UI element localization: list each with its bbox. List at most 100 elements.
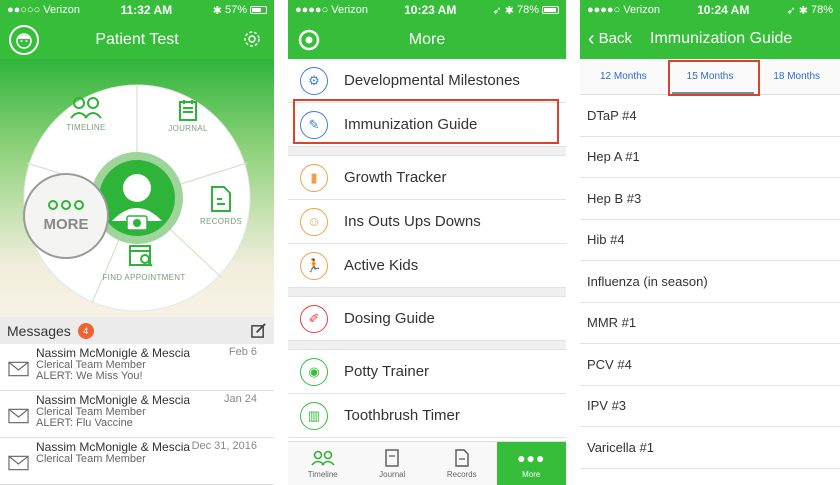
header: ●●●●○ Verizon 10:24 AM ➶ ✱ 78% ‹ Back Imm… bbox=[580, 0, 840, 59]
vaccine-item[interactable]: Hep A #1 bbox=[580, 137, 840, 178]
tab-label: Records bbox=[446, 469, 477, 479]
menu-item-developmental-milestones[interactable]: ⚙ Developmental Milestones bbox=[288, 59, 566, 103]
tab-more[interactable]: ●●● More bbox=[496, 442, 566, 485]
tab-12-months[interactable]: 12 Months bbox=[580, 71, 667, 82]
timeline-people-icon[interactable] bbox=[69, 96, 103, 120]
back-label: Back bbox=[598, 30, 633, 47]
gear-icon[interactable] bbox=[242, 29, 262, 49]
message-role: Clerical Team Member bbox=[36, 453, 146, 465]
section-divider bbox=[288, 288, 566, 297]
highlight-box bbox=[293, 99, 559, 144]
menu-item-label: Toothbrush Timer bbox=[344, 407, 460, 424]
message-item[interactable]: Nassim McMonigle & Mescia Clerical Team … bbox=[0, 438, 274, 485]
messages-header: Messages 4 bbox=[0, 317, 274, 344]
journal-icon bbox=[385, 448, 399, 467]
nav-bar: More bbox=[288, 20, 566, 59]
records-document-icon[interactable] bbox=[210, 185, 232, 213]
app-logo-icon bbox=[298, 29, 320, 51]
tab-18-months[interactable]: 18 Months bbox=[753, 71, 840, 82]
vaccine-item[interactable]: Hep B #3 bbox=[580, 178, 840, 220]
ruler-icon: ▮ bbox=[300, 163, 328, 192]
menu-item-dosing-guide[interactable]: ✐ Dosing Guide bbox=[288, 297, 566, 341]
tab-label: Journal bbox=[379, 469, 406, 479]
message-item[interactable]: Nassim McMonigle & Mescia Clerical Team … bbox=[0, 344, 274, 391]
wheel-journal-label[interactable]: JOURNAL bbox=[166, 124, 210, 133]
compose-icon[interactable] bbox=[251, 323, 266, 338]
status-bar: ●●●●○ Verizon 10:23 AM ➶ ✱ 78% bbox=[288, 0, 566, 20]
clock: 10:24 AM bbox=[697, 3, 750, 17]
battery-percent: 78% bbox=[810, 4, 833, 16]
potty-icon: ◉ bbox=[300, 357, 328, 386]
envelope-icon bbox=[8, 361, 29, 377]
page-title: Patient Test bbox=[95, 30, 179, 48]
location-bluetooth-icon: ➶ ✱ bbox=[786, 4, 808, 17]
vaccine-item[interactable]: PCV #4 bbox=[580, 344, 840, 386]
vaccine-item[interactable]: DTaP #4 bbox=[580, 95, 840, 137]
menu-item-label: Ins Outs Ups Downs bbox=[344, 213, 481, 230]
vaccine-item[interactable]: IPV #3 bbox=[580, 386, 840, 427]
find-appointment-calendar-icon[interactable] bbox=[128, 242, 154, 268]
more-label: MORE bbox=[43, 215, 89, 233]
more-dots-icon: ●●● bbox=[517, 449, 546, 466]
menu-item-active-kids[interactable]: 🏃 Active Kids bbox=[288, 244, 566, 288]
messages-title: Messages bbox=[7, 322, 71, 339]
vaccine-item[interactable]: Hib #4 bbox=[580, 220, 840, 261]
highlight-box bbox=[668, 60, 760, 96]
bluetooth-icon: ✱ bbox=[212, 4, 222, 17]
battery-indicator: ✱ 57% bbox=[213, 4, 267, 17]
runner-icon: 🏃 bbox=[300, 251, 328, 280]
wheel-find-appointment-label[interactable]: FIND APPOINTMENT bbox=[98, 273, 190, 282]
header: ●●●●○ Verizon 10:23 AM ➶ ✱ 78% More bbox=[288, 0, 566, 59]
vaccine-list: DTaP #4 Hep A #1 Hep B #3 Hib #4 Influen… bbox=[580, 95, 840, 469]
menu-item-growth-tracker[interactable]: ▮ Growth Tracker bbox=[288, 156, 566, 200]
page-title: More bbox=[408, 30, 446, 48]
header: ●●○○○ Verizon 11:32 AM ✱ 57% Patient Tes… bbox=[0, 0, 274, 59]
back-button[interactable]: ‹ Back bbox=[588, 29, 633, 49]
tab-label: More bbox=[522, 469, 541, 479]
envelope-icon bbox=[8, 455, 29, 471]
vaccine-item[interactable]: MMR #1 bbox=[580, 303, 840, 344]
age-tabs: 12 Months 15 Months 18 Months bbox=[580, 59, 840, 96]
battery-icon bbox=[250, 6, 267, 14]
battery-icon bbox=[542, 6, 559, 14]
tab-timeline[interactable]: Timeline bbox=[288, 442, 358, 485]
menu-item-ins-outs-ups-downs[interactable]: ☺ Ins Outs Ups Downs bbox=[288, 200, 566, 244]
message-date: Feb 6 bbox=[228, 346, 257, 358]
clock: 11:32 AM bbox=[120, 3, 173, 17]
wheel-timeline-label[interactable]: TIMELINE bbox=[66, 123, 106, 132]
message-subject: ALERT: Flu Vaccine bbox=[36, 417, 133, 429]
records-icon bbox=[455, 448, 469, 467]
toothbrush-icon: ▥ bbox=[300, 401, 328, 430]
message-date: Jan 24 bbox=[223, 393, 257, 405]
wheel-records-label[interactable]: RECORDS bbox=[198, 217, 244, 226]
menu-item-label: Dosing Guide bbox=[344, 310, 435, 327]
menu-item-label: Potty Trainer bbox=[344, 363, 430, 380]
clock: 10:23 AM bbox=[404, 3, 457, 17]
more-menu-screen: ●●●●○ Verizon 10:23 AM ➶ ✱ 78% More ⚙ De… bbox=[288, 0, 566, 485]
menu-item-label: Growth Tracker bbox=[344, 169, 447, 186]
unread-count-badge: 4 bbox=[77, 322, 94, 339]
carrier-label: ●●●●○ Verizon bbox=[587, 4, 660, 16]
message-item[interactable]: Nassim McMonigle & Mescia Clerical Team … bbox=[0, 391, 274, 438]
message-date: Dec 31, 2016 bbox=[191, 440, 257, 452]
page-title: Immunization Guide bbox=[650, 30, 793, 47]
more-button[interactable]: MORE bbox=[23, 173, 109, 259]
status-bar: ●●○○○ Verizon 11:32 AM ✱ 57% bbox=[0, 0, 274, 20]
section-divider bbox=[288, 341, 566, 350]
profile-avatar-button[interactable] bbox=[9, 25, 39, 55]
envelope-icon bbox=[8, 408, 29, 424]
carrier-label: ●●○○○ Verizon bbox=[7, 4, 80, 16]
more-dots-icon bbox=[48, 199, 84, 210]
journal-icon[interactable] bbox=[178, 99, 198, 121]
message-subject: ALERT: We Miss You! bbox=[36, 370, 143, 382]
vaccine-item[interactable]: Varicella #1 bbox=[580, 427, 840, 469]
navigation-wheel-area: TIMELINE JOURNAL RECORDS FIND APPOINTMEN… bbox=[0, 59, 274, 317]
vaccine-item[interactable]: Influenza (in season) bbox=[580, 261, 840, 303]
patient-home-screen: ●●○○○ Verizon 11:32 AM ✱ 57% Patient Tes… bbox=[0, 0, 274, 485]
tab-records[interactable]: Records bbox=[427, 442, 497, 485]
tab-journal[interactable]: Journal bbox=[358, 442, 428, 485]
menu-item-toothbrush-timer[interactable]: ▥ Toothbrush Timer bbox=[288, 394, 566, 438]
menu-item-potty-trainer[interactable]: ◉ Potty Trainer bbox=[288, 350, 566, 394]
baby-icon: ☺ bbox=[300, 207, 328, 236]
menu-item-label: Active Kids bbox=[344, 257, 419, 274]
